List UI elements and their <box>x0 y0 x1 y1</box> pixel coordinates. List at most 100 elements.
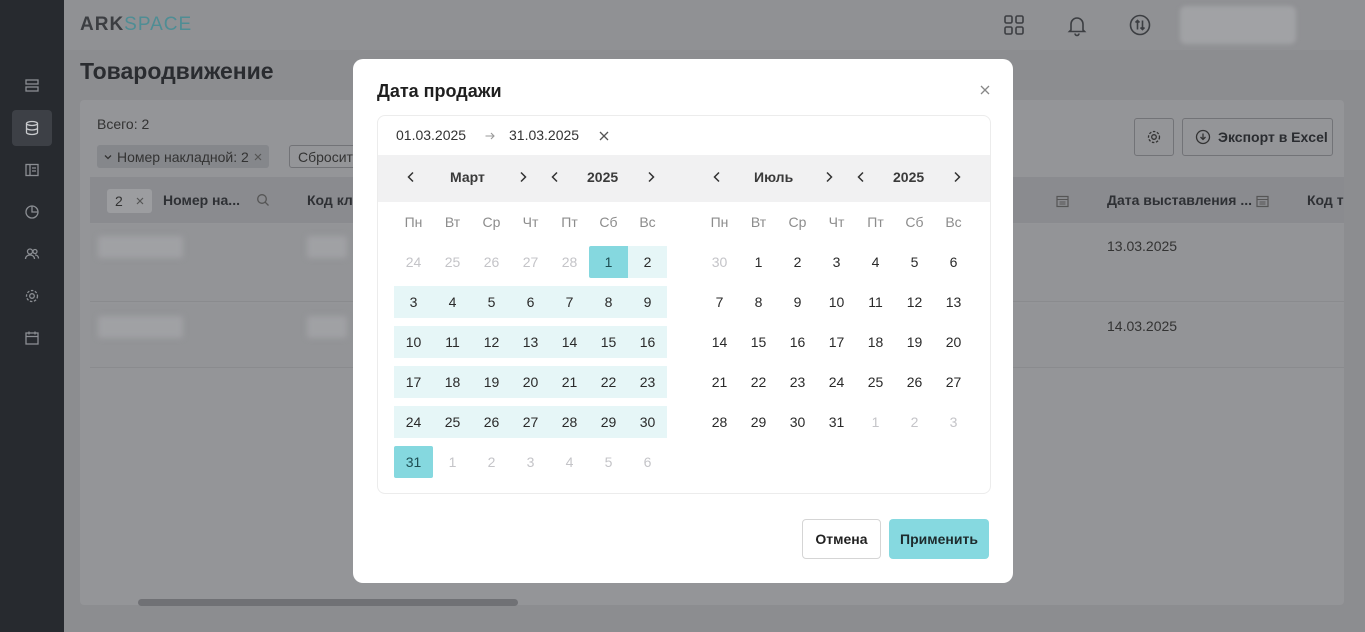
calendar-day[interactable]: 3 <box>394 286 433 318</box>
calendar-day[interactable]: 27 <box>934 366 973 398</box>
calendar-day[interactable]: 26 <box>895 366 934 398</box>
apps-grid-icon[interactable] <box>1002 13 1026 37</box>
calendar-day[interactable]: 31 <box>817 406 856 438</box>
calendar-day[interactable]: 2 <box>472 446 511 478</box>
logo[interactable]: ARKSPACE <box>80 14 192 36</box>
calendar-day[interactable]: 15 <box>739 326 778 358</box>
calendar-day[interactable]: 3 <box>511 446 550 478</box>
calendar-day[interactable]: 11 <box>856 286 895 318</box>
calendar-day[interactable]: 20 <box>934 326 973 358</box>
user-profile[interactable] <box>1180 6 1296 44</box>
calendar-day[interactable]: 29 <box>739 406 778 438</box>
column-header-invoice[interactable]: Номер на... <box>163 192 240 208</box>
calendar-day[interactable]: 14 <box>550 326 589 358</box>
calendar-day[interactable]: 28 <box>550 406 589 438</box>
calendar-day[interactable]: 20 <box>511 366 550 398</box>
close-icon[interactable] <box>135 196 145 206</box>
calendar-day[interactable]: 4 <box>550 446 589 478</box>
calendar-day[interactable]: 24 <box>394 406 433 438</box>
header-count-tag[interactable]: 2 <box>107 189 152 213</box>
calendar-day[interactable]: 21 <box>700 366 739 398</box>
close-icon[interactable] <box>978 83 992 97</box>
switch-icon[interactable] <box>1128 13 1152 37</box>
sidebar-item-settings[interactable] <box>12 278 52 314</box>
calendar-day[interactable]: 6 <box>628 446 667 478</box>
month-label[interactable]: Июль <box>754 169 793 185</box>
calendar-day[interactable]: 25 <box>433 406 472 438</box>
calendar-day[interactable]: 28 <box>700 406 739 438</box>
calendar-day[interactable]: 24 <box>394 246 433 278</box>
calendar-day[interactable]: 17 <box>817 326 856 358</box>
calendar-day[interactable]: 5 <box>589 446 628 478</box>
sidebar-item-layout[interactable] <box>12 152 52 188</box>
calendar-day[interactable]: 3 <box>817 246 856 278</box>
column-header-code[interactable]: Код т <box>1307 192 1344 208</box>
calendar-day[interactable]: 10 <box>394 326 433 358</box>
calendar-day[interactable]: 1 <box>739 246 778 278</box>
year-label[interactable]: 2025 <box>893 169 924 185</box>
calendar-day[interactable]: 19 <box>472 366 511 398</box>
calendar-day[interactable]: 9 <box>628 286 667 318</box>
range-start-field[interactable]: 01.03.2025 <box>396 127 466 143</box>
sidebar-item-users[interactable] <box>12 236 52 272</box>
calendar-day[interactable]: 12 <box>895 286 934 318</box>
calendar-day[interactable]: 13 <box>934 286 973 318</box>
calendar-day[interactable]: 1 <box>856 406 895 438</box>
chevron-left-icon[interactable] <box>404 170 418 184</box>
calendar-day[interactable]: 13 <box>511 326 550 358</box>
calendar-day[interactable]: 16 <box>628 326 667 358</box>
calendar-day[interactable]: 9 <box>778 286 817 318</box>
calendar-day[interactable]: 17 <box>394 366 433 398</box>
calendar-day[interactable]: 25 <box>433 246 472 278</box>
calendar-day[interactable]: 10 <box>817 286 856 318</box>
search-icon[interactable] <box>256 193 270 207</box>
calendar-day[interactable]: 26 <box>472 406 511 438</box>
month-label[interactable]: Март <box>450 169 485 185</box>
calendar-day[interactable]: 18 <box>433 366 472 398</box>
chevron-right-icon[interactable] <box>822 170 836 184</box>
calendar-day[interactable]: 12 <box>472 326 511 358</box>
calendar-day[interactable]: 31 <box>394 446 433 478</box>
calendar-day[interactable]: 29 <box>589 406 628 438</box>
calendar-day[interactable]: 30 <box>700 246 739 278</box>
filter-tag[interactable]: Номер накладной: 2 <box>97 145 269 168</box>
calendar-day[interactable]: 2 <box>778 246 817 278</box>
sidebar-item-calendar[interactable] <box>12 320 52 356</box>
chevron-left-icon[interactable] <box>854 170 868 184</box>
sidebar-item-list[interactable] <box>12 68 52 104</box>
calendar-day[interactable]: 23 <box>628 366 667 398</box>
column-header-issue-date[interactable]: Дата выставления ... <box>1107 192 1252 208</box>
chevron-right-icon[interactable] <box>950 170 964 184</box>
calendar-icon[interactable] <box>1056 195 1069 208</box>
calendar-day[interactable]: 30 <box>778 406 817 438</box>
calendar-day[interactable]: 28 <box>550 246 589 278</box>
chevron-right-icon[interactable] <box>516 170 530 184</box>
calendar-day[interactable]: 24 <box>817 366 856 398</box>
calendar-day[interactable]: 25 <box>856 366 895 398</box>
calendar-day[interactable]: 27 <box>511 246 550 278</box>
chevron-right-icon[interactable] <box>644 170 658 184</box>
range-end-field[interactable]: 31.03.2025 <box>509 127 579 143</box>
sidebar-item-database[interactable] <box>12 110 52 146</box>
calendar-day[interactable]: 21 <box>550 366 589 398</box>
calendar-day[interactable]: 15 <box>589 326 628 358</box>
calendar-day[interactable]: 4 <box>433 286 472 318</box>
calendar-day[interactable]: 2 <box>895 406 934 438</box>
calendar-day[interactable]: 16 <box>778 326 817 358</box>
clear-icon[interactable] <box>598 130 610 142</box>
sidebar-item-analytics[interactable] <box>12 194 52 230</box>
table-settings-button[interactable] <box>1134 118 1174 156</box>
calendar-day[interactable]: 4 <box>856 246 895 278</box>
year-label[interactable]: 2025 <box>587 169 618 185</box>
calendar-day[interactable]: 7 <box>700 286 739 318</box>
calendar-day[interactable]: 8 <box>739 286 778 318</box>
calendar-day[interactable]: 6 <box>511 286 550 318</box>
calendar-day[interactable]: 1 <box>433 446 472 478</box>
calendar-day[interactable]: 5 <box>895 246 934 278</box>
calendar-day[interactable]: 6 <box>934 246 973 278</box>
calendar-icon[interactable] <box>1256 195 1269 208</box>
calendar-day[interactable]: 14 <box>700 326 739 358</box>
calendar-day[interactable]: 1 <box>589 246 628 278</box>
calendar-day[interactable]: 18 <box>856 326 895 358</box>
chevron-left-icon[interactable] <box>548 170 562 184</box>
